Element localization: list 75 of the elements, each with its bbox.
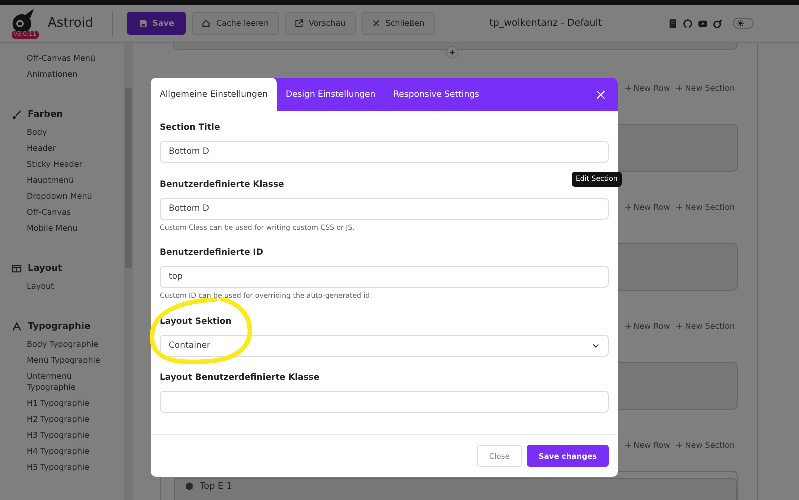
sidebar-heading: Farben	[28, 110, 64, 120]
tab[interactable]: Design Einstellungen	[276, 78, 385, 111]
new-section-link[interactable]: New Section	[676, 441, 735, 450]
input-field[interactable]: Bottom D	[160, 141, 609, 163]
sidebar-heading: Layout	[28, 264, 62, 274]
new-row-link[interactable]: New Row	[624, 84, 670, 93]
row-title: Top E 1	[200, 482, 232, 492]
template-title: tp_wolkentanz - Default	[490, 18, 602, 29]
sidebar-heading: Typographie	[28, 322, 91, 332]
sidebar-item[interactable]: Layout	[12, 281, 110, 292]
new-section-link[interactable]: New Section	[676, 203, 735, 212]
new-row-link[interactable]: New Row	[624, 203, 670, 212]
chevron-down-icon	[592, 342, 600, 350]
input-field[interactable]	[160, 391, 609, 413]
save-icon	[138, 19, 148, 28]
sidebar-item[interactable]: Animationen	[12, 69, 110, 80]
eraser-icon	[202, 19, 212, 28]
font-icon	[12, 322, 22, 332]
sidebar-item[interactable]: Body	[12, 127, 110, 138]
add-row-icon	[446, 46, 459, 59]
field-label: Benutzerdefinierte Klasse	[160, 180, 284, 190]
field-label: Layout Benutzerdefinierte Klasse	[160, 373, 320, 383]
plus-icon	[676, 442, 684, 449]
app-name: Astroid	[48, 16, 94, 31]
sidebar-item[interactable]: Hauptmenü	[12, 175, 110, 186]
close-icon	[596, 90, 606, 100]
plus-icon	[624, 442, 632, 449]
external-link-icon	[295, 19, 304, 28]
plus-icon	[676, 204, 684, 211]
field-label: Layout Sektion	[160, 316, 232, 326]
sidebar-item[interactable]: Off-Canvas Menü	[12, 53, 110, 64]
new-section-link[interactable]: New Section	[676, 322, 735, 331]
sidebar-item[interactable]: Header	[12, 143, 110, 154]
sidebar-item[interactable]: Dropdown Menü	[12, 191, 110, 202]
theme-toggle[interactable]	[733, 18, 754, 29]
select-value: Container	[169, 340, 211, 350]
select-field[interactable]: Container	[160, 334, 609, 356]
tab[interactable]: Responsive Settings	[384, 78, 488, 111]
sidebar-item[interactable]: Menü Typographie	[12, 355, 110, 366]
close-icon	[372, 19, 381, 28]
input-field[interactable]: Bottom D	[160, 198, 609, 220]
sidebar-item[interactable]: Sticky Header	[12, 159, 110, 170]
plus-icon	[624, 204, 632, 211]
youtube-icon	[698, 18, 708, 28]
sidebar-item[interactable]: Mobile Menu	[12, 223, 110, 234]
input-field[interactable]: top	[160, 266, 609, 288]
field-label: Section Title	[160, 123, 220, 133]
sidebar-item[interactable]: Body Typographie	[12, 339, 110, 350]
sidebar-item[interactable]: H1 Typographie	[12, 398, 110, 409]
new-row-link[interactable]: New Row	[624, 322, 670, 331]
header-button[interactable]: Vorschau	[285, 12, 356, 35]
brush-icon	[12, 110, 22, 120]
header-button[interactable]: Schließen	[362, 12, 435, 35]
header-button[interactable]: Save	[126, 12, 186, 35]
rocket-icon	[713, 18, 723, 28]
sun-icon	[737, 20, 744, 27]
github-icon	[683, 18, 693, 28]
header-button[interactable]: Cache leeren	[192, 12, 280, 35]
layout-icon	[12, 264, 22, 274]
field-label: Benutzerdefinierte ID	[160, 248, 264, 258]
new-section-link[interactable]: New Section	[676, 84, 735, 93]
sidebar-item[interactable]: Untermenü Typographie	[12, 371, 110, 393]
book-icon	[668, 18, 678, 28]
plus-icon	[676, 323, 684, 330]
sidebar-item[interactable]: Off-Canvas	[12, 207, 110, 218]
plus-icon	[624, 323, 632, 330]
scrollbar[interactable]	[124, 43, 133, 500]
plus-icon	[676, 85, 684, 92]
sidebar-item[interactable]: H5 Typographie	[12, 462, 110, 473]
sidebar-item[interactable]: H3 Typographie	[12, 430, 110, 441]
sidebar-item[interactable]: H4 Typographie	[12, 446, 110, 457]
tab[interactable]: Allgemeine Einstellungen	[151, 78, 277, 111]
sidebar-item[interactable]: H2 Typographie	[12, 414, 110, 425]
plus-icon	[624, 85, 632, 92]
new-row-link[interactable]: New Row	[624, 441, 670, 450]
